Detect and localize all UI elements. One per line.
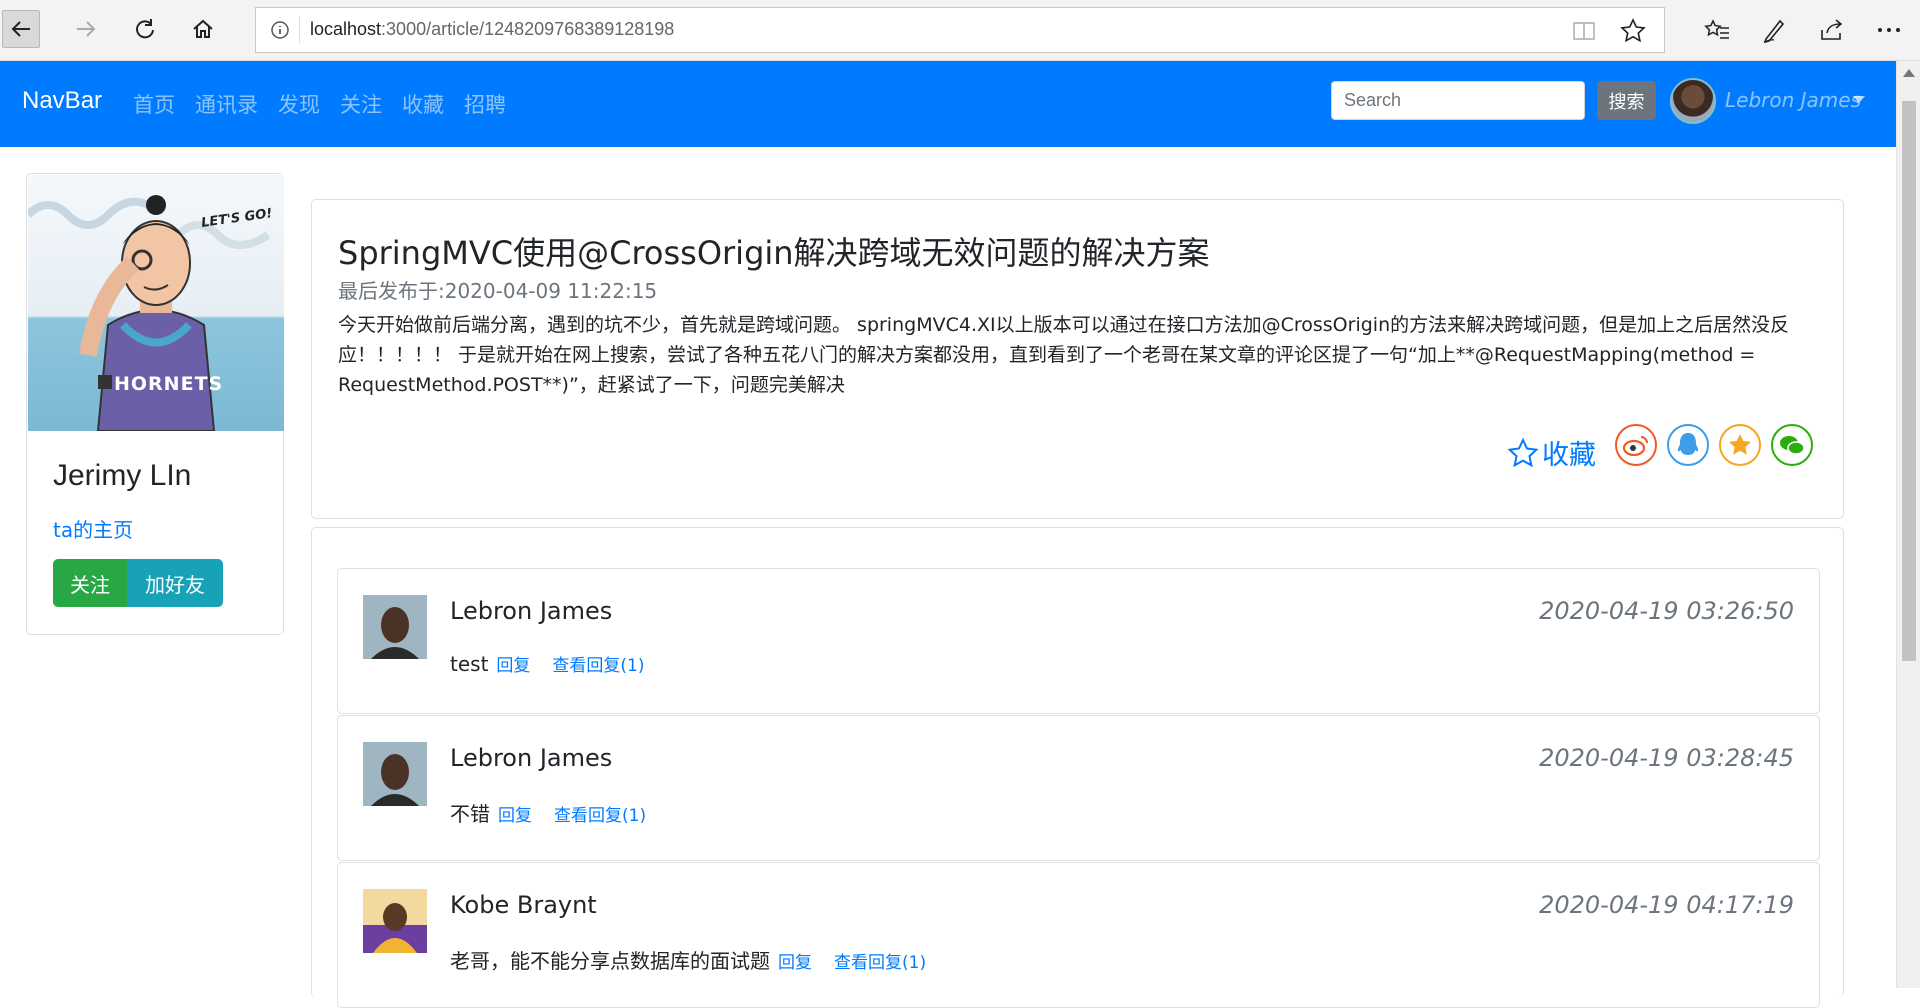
comment-item: Lebron James 2020-04-19 03:26:50 test 回复… (337, 568, 1820, 714)
share-qq-button[interactable] (1667, 424, 1709, 466)
home-icon (193, 19, 213, 38)
qq-icon (1677, 433, 1699, 455)
nav-link-discover[interactable]: 发现 (278, 89, 320, 119)
profile-name: Jerimy LIn (53, 459, 192, 492)
collect-label: 收藏 (1542, 440, 1596, 471)
user-avatar[interactable] (1670, 78, 1716, 124)
comment-time: 2020-04-19 03:28:45 (1539, 744, 1794, 772)
jersey-text: HORNETS (114, 373, 224, 395)
profile-card: LET'S GO! HORNETS Jerimy LIn ta的主页 关注 加好… (26, 173, 284, 635)
home-button[interactable] (184, 10, 222, 48)
more-button[interactable] (1872, 13, 1906, 47)
favorites-list-icon (1704, 19, 1729, 39)
view-replies-link[interactable]: 查看回复(1) (552, 651, 644, 676)
commenter-avatar (363, 742, 427, 806)
star-outline-icon (1507, 437, 1539, 467)
navbar-brand[interactable]: NavBar (22, 87, 102, 115)
commenter-name: Kobe Braynt (450, 891, 597, 919)
nav-link-follow[interactable]: 关注 (340, 89, 382, 119)
share-qzone-button[interactable] (1719, 424, 1761, 466)
pen-icon (1763, 19, 1785, 43)
profile-home-link[interactable]: ta的主页 (53, 514, 133, 543)
notes-button[interactable] (1757, 13, 1791, 47)
commenter-name: Lebron James (450, 744, 613, 772)
url-path: :3000/article/1248209768389128198 (381, 19, 675, 39)
info-icon[interactable] (270, 20, 290, 40)
share-wechat-button[interactable] (1771, 424, 1813, 466)
comment-text: 不错 (450, 802, 490, 826)
reading-view-icon[interactable] (1572, 20, 1596, 42)
nav-link-contacts[interactable]: 通讯录 (195, 89, 258, 119)
site-navbar: NavBar 首页 通讯录 发现 关注 收藏 招聘 搜索 Lebron Jame… (0, 61, 1920, 147)
nav-links: 首页 通讯录 发现 关注 收藏 招聘 (133, 89, 526, 119)
commenter-avatar (363, 595, 427, 659)
add-friend-button[interactable]: 加好友 (127, 559, 223, 607)
back-button[interactable] (2, 10, 40, 48)
comments-section: Lebron James 2020-04-19 03:26:50 test 回复… (311, 527, 1844, 1008)
browser-toolbar: localhost:3000/article/12482097683891281… (0, 0, 1920, 61)
comment-time: 2020-04-19 03:26:50 (1539, 597, 1794, 625)
weibo-icon (1622, 436, 1648, 457)
search-input[interactable] (1331, 81, 1585, 120)
share-button[interactable] (1815, 13, 1849, 47)
profile-image: LET'S GO! HORNETS (28, 175, 284, 431)
nav-link-favorites[interactable]: 收藏 (402, 89, 444, 119)
reply-link[interactable]: 回复 (498, 801, 532, 826)
scroll-thumb[interactable] (1902, 101, 1916, 661)
share-icon (1821, 19, 1843, 40)
more-dots-icon (1878, 28, 1900, 32)
comment-text: test (450, 652, 489, 676)
url-host: localhost (310, 19, 382, 39)
page-scrollbar[interactable] (1896, 61, 1920, 988)
commenter-name: Lebron James (450, 597, 613, 625)
view-replies-link[interactable]: 查看回复(1) (834, 948, 926, 973)
favorite-star-icon[interactable] (1620, 18, 1646, 44)
article-title: SpringMVC使用@CrossOrigin解决跨域无效问题的解决方案 (338, 234, 1210, 272)
back-arrow-icon (11, 21, 30, 37)
search-button[interactable]: 搜索 (1597, 81, 1656, 120)
nav-link-home[interactable]: 首页 (133, 89, 175, 119)
share-weibo-button[interactable] (1615, 424, 1657, 466)
url-text[interactable]: localhost:3000/article/12482097683891281… (310, 19, 674, 40)
refresh-button[interactable] (126, 10, 164, 48)
scroll-up-arrow-icon[interactable] (1903, 69, 1915, 77)
reply-link[interactable]: 回复 (496, 651, 530, 676)
commenter-avatar (363, 889, 427, 953)
dropdown-caret-icon[interactable] (1853, 96, 1865, 103)
comment-content: 不错 回复 查看回复(1) (450, 798, 646, 827)
refresh-icon (136, 19, 154, 39)
wechat-icon (1780, 436, 1805, 455)
collect-button[interactable]: 收藏 (1507, 433, 1596, 472)
article-body: 今天开始做前后端分离，遇到的坑不少，首先就是跨域问题。 springMVC4.X… (338, 314, 1790, 396)
comment-content: test 回复 查看回复(1) (450, 651, 645, 676)
reply-link[interactable]: 回复 (778, 948, 812, 973)
address-separator (299, 16, 300, 44)
comment-text: 老哥，能不能分享点数据库的面试题 (450, 949, 770, 973)
forward-button[interactable] (67, 10, 105, 48)
article-card: SpringMVC使用@CrossOrigin解决跨域无效问题的解决方案 最后发… (311, 199, 1844, 519)
comment-content: 老哥，能不能分享点数据库的面试题 回复 查看回复(1) (450, 945, 926, 974)
nav-link-jobs[interactable]: 招聘 (464, 89, 506, 119)
user-menu-toggle[interactable]: Lebron James (1725, 88, 1861, 112)
follow-button[interactable]: 关注 (53, 559, 127, 607)
favorites-hub-button[interactable] (1700, 13, 1734, 47)
address-bar[interactable]: localhost:3000/article/12482097683891281… (255, 7, 1665, 53)
forward-arrow-icon (77, 21, 96, 37)
comment-time: 2020-04-19 04:17:19 (1539, 891, 1794, 919)
article-date: 最后发布于:2020-04-09 11:22:15 (338, 279, 658, 303)
view-replies-link[interactable]: 查看回复(1) (554, 801, 646, 826)
comment-item: Kobe Braynt 2020-04-19 04:17:19 老哥，能不能分享… (337, 862, 1820, 1008)
qzone-icon (1729, 434, 1751, 455)
comment-item: Lebron James 2020-04-19 03:28:45 不错 回复 查… (337, 715, 1820, 861)
